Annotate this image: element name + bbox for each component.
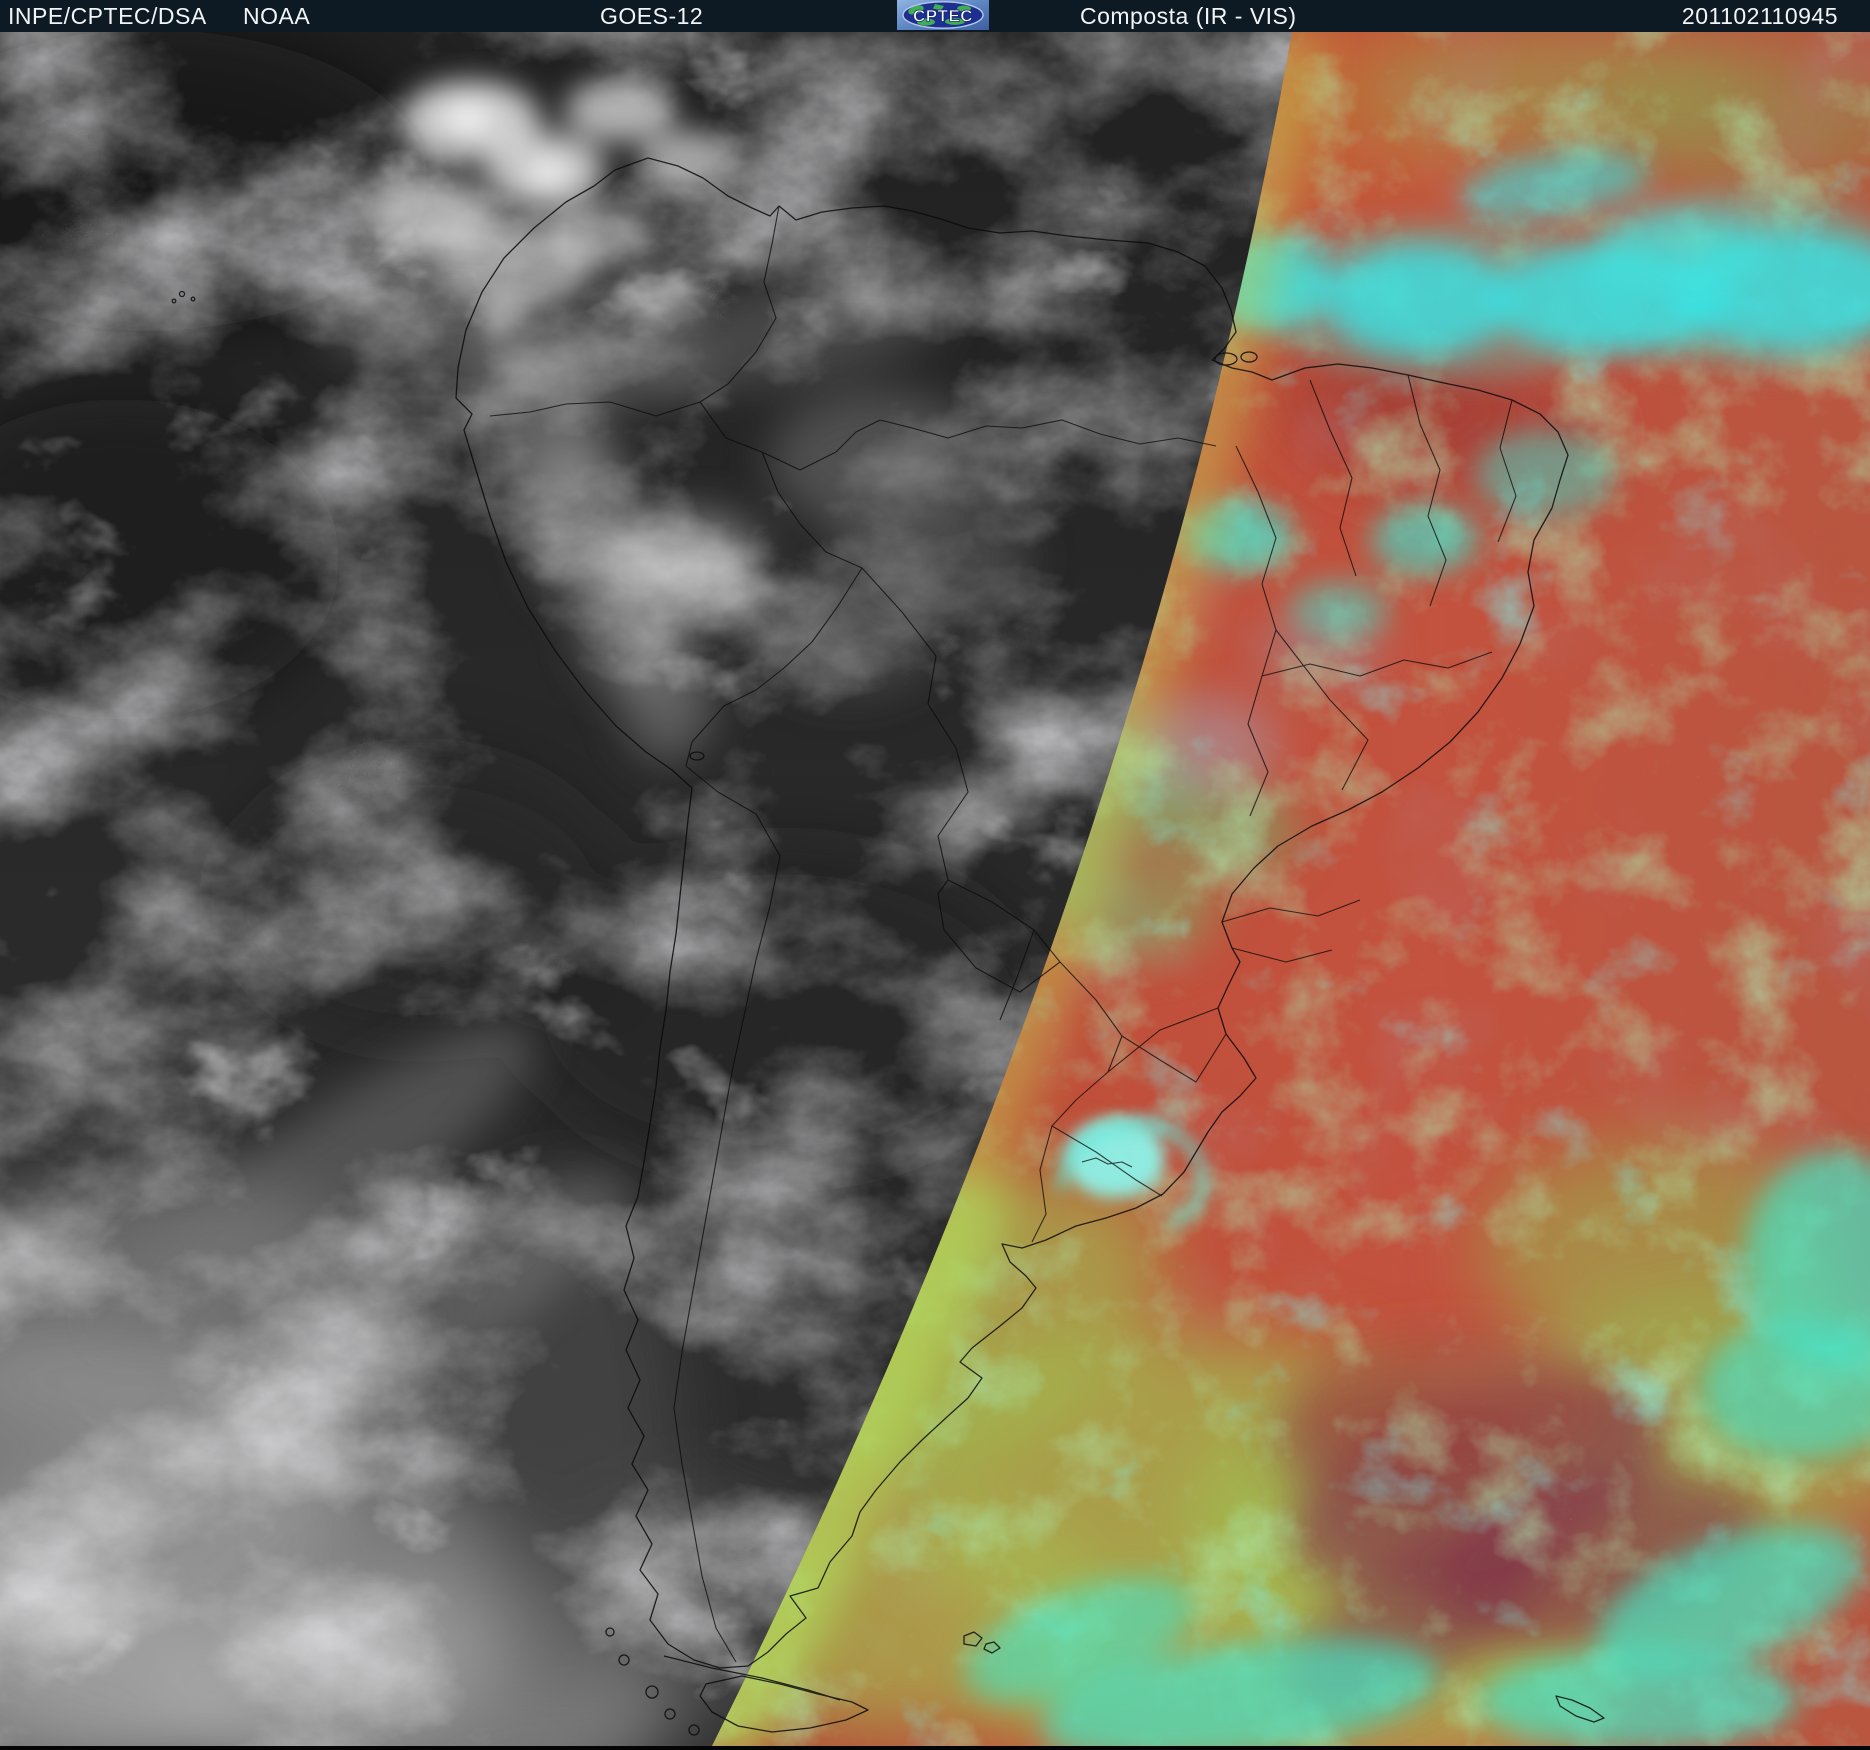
satellite-product-screen: INPE/CPTEC/DSA NOAA GOES-12 CPTEC Compos…	[0, 0, 1870, 1750]
agency-label: INPE/CPTEC/DSA	[8, 3, 207, 29]
satellite-composite-image	[0, 32, 1870, 1750]
header-bar: INPE/CPTEC/DSA NOAA GOES-12 CPTEC Compos…	[0, 0, 1870, 32]
logo-text: CPTEC	[913, 7, 973, 26]
product-label: Composta (IR - VIS)	[1080, 3, 1297, 29]
cptec-logo: CPTEC	[897, 0, 989, 30]
timestamp-label: 201102110945	[1681, 3, 1838, 29]
org-label: NOAA	[243, 3, 311, 29]
satellite-label: GOES-12	[600, 3, 704, 29]
image-bottom-edge	[0, 1746, 1870, 1750]
